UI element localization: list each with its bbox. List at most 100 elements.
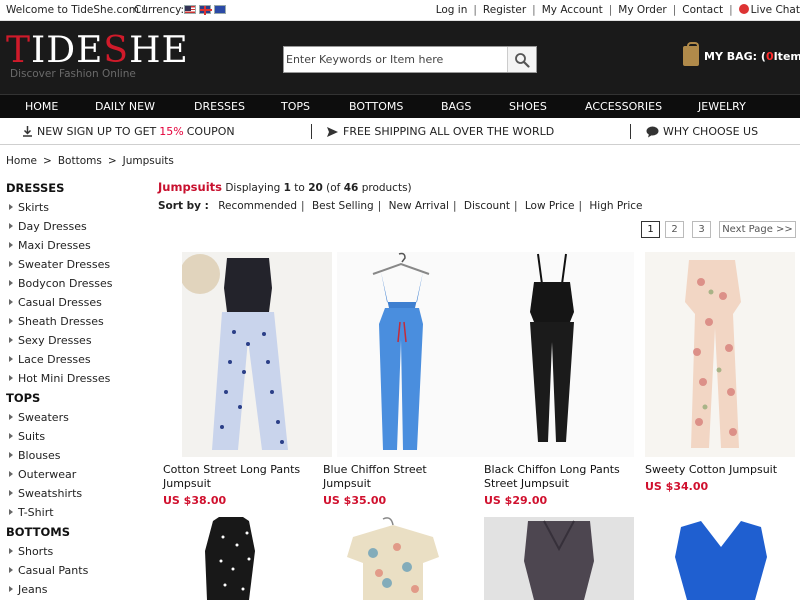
sidebar-item-casual-pants[interactable]: Casual Pants — [6, 561, 146, 580]
sort-discount[interactable]: Discount — [464, 200, 510, 212]
breadcrumb-home[interactable]: Home — [6, 155, 37, 167]
product-price: US $38.00 — [163, 494, 227, 507]
product-card[interactable] — [323, 517, 478, 600]
sort-label: Sort by : — [158, 200, 209, 212]
sidebar-item-sweatshirts[interactable]: Sweatshirts — [6, 484, 146, 503]
page-2-button[interactable]: 2 — [665, 221, 684, 238]
sort-best-selling[interactable]: Best Selling — [312, 200, 374, 212]
listing-header: Jumpsuits Displaying 1 to 20 (of 46 prod… — [158, 180, 412, 194]
product-image[interactable] — [182, 252, 332, 457]
sidebar-item-bodycon-dresses[interactable]: Bodycon Dresses — [6, 274, 146, 293]
promo-bar: NEW SIGN UP TO GET 15% COUPON FREE SHIPPIN… — [0, 118, 800, 145]
product-name[interactable]: Black Chiffon Long Pants Street Jumpsuit — [484, 463, 639, 491]
promo-divider — [311, 124, 312, 139]
breadcrumb: Home > Bottoms > Jumpsuits — [6, 155, 174, 167]
search-box — [283, 46, 537, 73]
sidebar-item-sweater-dresses[interactable]: Sweater Dresses — [6, 255, 146, 274]
search-icon — [515, 52, 530, 68]
main-nav: HOME DAILY NEW DRESSES TOPS BOTTOMS BAGS… — [0, 94, 800, 118]
product-card[interactable] — [484, 517, 639, 600]
gbp-flag-icon[interactable] — [199, 5, 212, 15]
search-button[interactable] — [507, 47, 536, 72]
nav-bottoms[interactable]: BOTTOMS — [349, 100, 403, 113]
top-bar: Welcome to TideShe.com ! Currency: Log i… — [0, 0, 800, 21]
next-page-button[interactable]: Next Page >> — [719, 221, 796, 238]
product-name[interactable]: Cotton Street Long Pants Jumpsuit — [163, 463, 318, 491]
product-card[interactable]: Sweety Cotton Jumpsuit US $34.00 — [645, 252, 800, 493]
nav-daily-new[interactable]: DAILY NEW — [95, 100, 155, 113]
my-order-link[interactable]: My Order — [618, 4, 666, 16]
page-1-button[interactable]: 1 — [641, 221, 660, 238]
sort-recommended[interactable]: Recommended — [218, 200, 297, 212]
sidebar-heading-dresses[interactable]: DRESSES — [6, 178, 146, 198]
login-link[interactable]: Log in — [436, 4, 468, 16]
nav-shoes[interactable]: SHOES — [509, 100, 547, 113]
product-card[interactable] — [163, 517, 318, 600]
sidebar-item-sexy-dresses[interactable]: Sexy Dresses — [6, 331, 146, 350]
eur-flag-icon[interactable] — [214, 5, 226, 14]
product-image[interactable] — [484, 252, 634, 457]
nav-accessories[interactable]: ACCESSORIES — [585, 100, 662, 113]
sidebar-item-skirts[interactable]: Skirts — [6, 198, 146, 217]
sidebar-item-outerwear[interactable]: Outerwear — [6, 465, 146, 484]
sort-high-price[interactable]: High Price — [589, 200, 642, 212]
product-image[interactable] — [163, 517, 313, 600]
sidebar-item-day-dresses[interactable]: Day Dresses — [6, 217, 146, 236]
product-name[interactable]: Blue Chiffon Street Jumpsuit — [323, 463, 478, 491]
nav-bags[interactable]: BAGS — [441, 100, 471, 113]
currency-label: Currency: — [134, 4, 185, 16]
signup-coupon-promo[interactable]: NEW SIGN UP TO GET 15% COUPON — [22, 125, 235, 138]
sidebar-item-sheath-dresses[interactable]: Sheath Dresses — [6, 312, 146, 331]
contact-link[interactable]: Contact — [682, 4, 723, 16]
my-account-link[interactable]: My Account — [542, 4, 603, 16]
sidebar-heading-tops[interactable]: TOPS — [6, 388, 146, 408]
sidebar-item-shorts[interactable]: Shorts — [6, 542, 146, 561]
sidebar-item-lace-dresses[interactable]: Lace Dresses — [6, 350, 146, 369]
page-3-button[interactable]: 3 — [692, 221, 711, 238]
my-bag[interactable]: MY BAG: ( 0 Items ) — [683, 42, 800, 66]
sidebar-item-maxi-dresses[interactable]: Maxi Dresses — [6, 236, 146, 255]
free-shipping-promo[interactable]: FREE SHIPPING ALL OVER THE WORLD — [326, 125, 554, 138]
chat-icon — [738, 4, 749, 14]
product-image[interactable] — [645, 252, 795, 457]
nav-home[interactable]: HOME — [25, 100, 58, 113]
sidebar-item-sweaters[interactable]: Sweaters — [6, 408, 146, 427]
welcome-text: Welcome to TideShe.com ! — [6, 4, 147, 16]
currency-flags — [184, 5, 226, 15]
search-input[interactable] — [284, 47, 506, 72]
product-image[interactable] — [484, 517, 634, 600]
category-sidebar: DRESSES Skirts Day Dresses Maxi Dresses … — [6, 178, 146, 599]
product-image[interactable] — [323, 517, 473, 600]
nav-dresses[interactable]: DRESSES — [194, 100, 245, 113]
product-price: US $29.00 — [484, 494, 548, 507]
product-image[interactable] — [645, 517, 795, 600]
usd-flag-icon[interactable] — [184, 5, 196, 14]
sidebar-item-hot-mini-dresses[interactable]: Hot Mini Dresses — [6, 369, 146, 388]
sort-new-arrival[interactable]: New Arrival — [389, 200, 449, 212]
product-image[interactable] — [337, 252, 487, 457]
sidebar-heading-bottoms[interactable]: BOTTOMS — [6, 522, 146, 542]
register-link[interactable]: Register — [483, 4, 526, 16]
nav-tops[interactable]: TOPS — [281, 100, 310, 113]
sidebar-item-casual-dresses[interactable]: Casual Dresses — [6, 293, 146, 312]
product-name[interactable]: Sweety Cotton Jumpsuit — [645, 463, 800, 477]
live-chat-link[interactable]: Live Chat — [738, 4, 800, 16]
top-links: Log in | Register | My Account | My Order | … — [435, 4, 800, 16]
product-card[interactable]: Black Chiffon Long Pants Street Jumpsuit… — [484, 252, 639, 507]
sidebar-item-blouses[interactable]: Blouses — [6, 446, 146, 465]
product-card[interactable] — [645, 517, 800, 600]
sidebar-item-t-shirt[interactable]: T-Shirt — [6, 503, 146, 522]
site-logo[interactable]: TIDESHE Discover Fashion Online — [6, 31, 189, 81]
product-card[interactable]: Blue Chiffon Street Jumpsuit US $35.00 — [323, 252, 487, 507]
sidebar-item-jeans[interactable]: Jeans — [6, 580, 146, 599]
nav-jewelry[interactable]: JEWELRY — [698, 100, 746, 113]
speech-bubble-icon — [646, 126, 659, 137]
product-card[interactable]: Cotton Street Long Pants Jumpsuit US $38… — [163, 252, 332, 507]
download-icon — [23, 126, 32, 137]
breadcrumb-bottoms[interactable]: Bottoms — [58, 155, 102, 167]
header: TIDESHE Discover Fashion Online MY BAG: … — [0, 21, 800, 94]
sort-low-price[interactable]: Low Price — [525, 200, 575, 212]
sidebar-item-suits[interactable]: Suits — [6, 427, 146, 446]
why-choose-us-promo[interactable]: WHY CHOOSE US — [646, 125, 758, 138]
promo-divider — [630, 124, 631, 139]
